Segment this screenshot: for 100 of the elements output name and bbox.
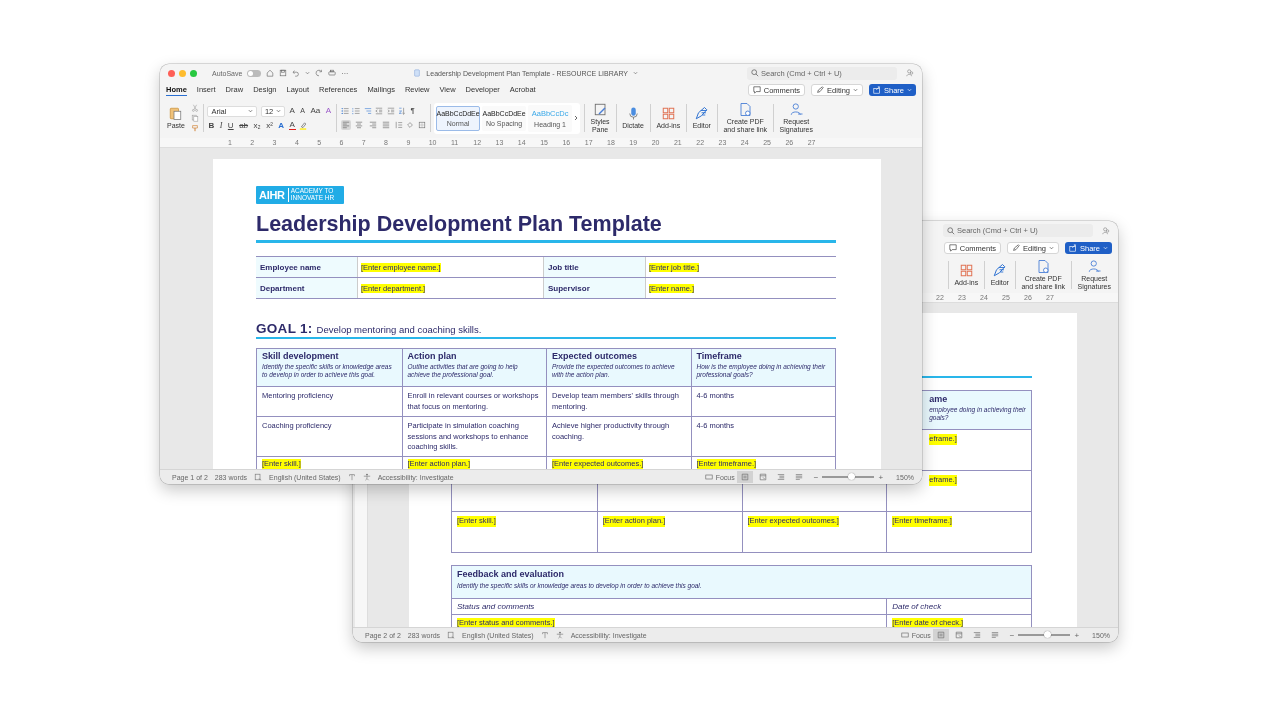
zoom-in-button[interactable]: +	[878, 472, 884, 482]
align-right-button[interactable]	[367, 120, 378, 130]
align-lines-icon	[382, 121, 391, 129]
column-heading: Expected outcomes	[552, 351, 638, 363]
field-label: Supervisor	[548, 283, 590, 293]
superscript-button[interactable]: x²	[265, 120, 274, 131]
grid-icon	[660, 106, 676, 122]
page-icon	[936, 631, 945, 639]
clear-formatting-button[interactable]: A	[324, 106, 333, 116]
home-icon[interactable]	[266, 69, 275, 77]
field-label: Job title	[548, 262, 579, 272]
brush-icon[interactable]	[190, 124, 199, 132]
align-justify-button[interactable]	[381, 120, 392, 130]
outline-icon	[776, 473, 785, 481]
track-changes-icon[interactable]	[347, 473, 356, 481]
zoom-out-button[interactable]: −	[813, 472, 819, 482]
minimize-button[interactable]	[179, 69, 186, 77]
accessibility-icon[interactable]	[362, 473, 371, 481]
grow-font-button[interactable]: A	[288, 106, 296, 116]
autosave-toggle[interactable]	[247, 69, 262, 77]
close-button[interactable]	[168, 69, 175, 77]
borders-icon[interactable]	[417, 121, 426, 129]
browser-icon	[758, 473, 767, 481]
copy-icon[interactable]	[190, 114, 199, 122]
numbering-icon[interactable]	[352, 107, 361, 115]
scissors-icon[interactable]	[190, 104, 199, 112]
align-lines-icon	[368, 121, 377, 129]
print-view-button[interactable]	[736, 471, 753, 483]
zoom-out-button[interactable]: −	[1009, 630, 1015, 640]
field-label: Employee name	[260, 262, 321, 272]
zoom-in-button[interactable]: +	[1074, 630, 1080, 640]
column-label: Status and comments	[457, 602, 535, 611]
pdf-icon	[1035, 258, 1051, 274]
section-title: Feedback and evaluation	[457, 569, 566, 581]
align-left-button[interactable]	[340, 120, 351, 130]
browser-icon	[954, 631, 963, 639]
multilevel-list-icon[interactable]	[363, 107, 372, 115]
signature-icon	[788, 102, 804, 118]
page-icon	[740, 473, 749, 481]
people-icon[interactable]	[906, 69, 914, 77]
proofing-icon[interactable]	[254, 473, 263, 481]
pencil-icon	[816, 86, 825, 94]
caret-icon[interactable]	[633, 71, 639, 75]
sort-icon[interactable]	[398, 107, 407, 115]
clipboard-icon	[168, 106, 184, 122]
focus-icon	[704, 473, 713, 481]
undo-icon[interactable]	[292, 69, 301, 77]
field-label: Department	[260, 283, 305, 293]
align-lines-icon	[341, 121, 350, 129]
redo-icon[interactable]	[315, 69, 324, 77]
print-view-button[interactable]	[932, 629, 949, 641]
goal-text: Develop mentoring and coaching skills.	[316, 324, 482, 335]
caret-icon	[853, 88, 858, 92]
show-formatting-button[interactable]: ¶	[409, 106, 416, 116]
print-icon[interactable]	[328, 69, 337, 77]
comment-icon	[752, 86, 761, 94]
bold-button[interactable]: B	[207, 120, 216, 131]
decrease-indent-icon[interactable]	[375, 107, 384, 115]
caret-icon	[1103, 246, 1108, 250]
pen-icon	[992, 262, 1008, 278]
column-heading: Timeframe	[696, 351, 742, 363]
pdf-icon	[737, 102, 753, 118]
underline-button[interactable]: U	[226, 120, 235, 131]
outline-icon	[972, 631, 981, 639]
zoom-slider-thumb[interactable]	[847, 473, 855, 481]
people-icon[interactable]	[1102, 226, 1110, 235]
caret-icon	[907, 88, 912, 92]
grid-icon	[958, 262, 974, 278]
caret-icon[interactable]	[305, 71, 311, 75]
shading-icon[interactable]	[406, 121, 415, 129]
save-icon[interactable]	[279, 69, 288, 77]
subscript-button[interactable]: x₂	[252, 120, 262, 131]
italic-button[interactable]: I	[218, 120, 224, 131]
comment-icon	[948, 244, 957, 252]
search-icon	[751, 69, 759, 77]
increase-indent-icon[interactable]	[386, 107, 395, 115]
bullets-icon[interactable]	[340, 107, 349, 115]
accessibility-icon[interactable]	[555, 631, 564, 639]
highlighter-icon[interactable]	[299, 121, 308, 130]
proofing-icon[interactable]	[447, 631, 456, 639]
search-icon	[947, 226, 955, 235]
column-heading: ame	[929, 394, 948, 406]
change-case-button[interactable]: Aa	[309, 106, 322, 116]
font-color-button[interactable]: A	[288, 120, 296, 131]
text-effects-button[interactable]: A	[277, 120, 286, 131]
pen-icon	[694, 106, 710, 122]
zoom-slider-thumb[interactable]	[1043, 631, 1051, 639]
caret-icon	[275, 109, 281, 113]
column-heading: Action plan	[407, 351, 457, 363]
align-center-button[interactable]	[354, 120, 365, 130]
track-changes-icon[interactable]	[540, 631, 549, 639]
lines-icon	[794, 473, 803, 481]
caret-icon	[1049, 246, 1054, 250]
zoom-button[interactable]	[190, 69, 197, 77]
chevron-right-icon[interactable]	[574, 115, 579, 121]
lines-icon	[990, 631, 999, 639]
pencil-icon	[1012, 244, 1021, 252]
strikethrough-button[interactable]: ab	[238, 120, 250, 131]
column-heading: Skill development	[262, 351, 339, 363]
line-spacing-icon[interactable]	[394, 121, 403, 129]
